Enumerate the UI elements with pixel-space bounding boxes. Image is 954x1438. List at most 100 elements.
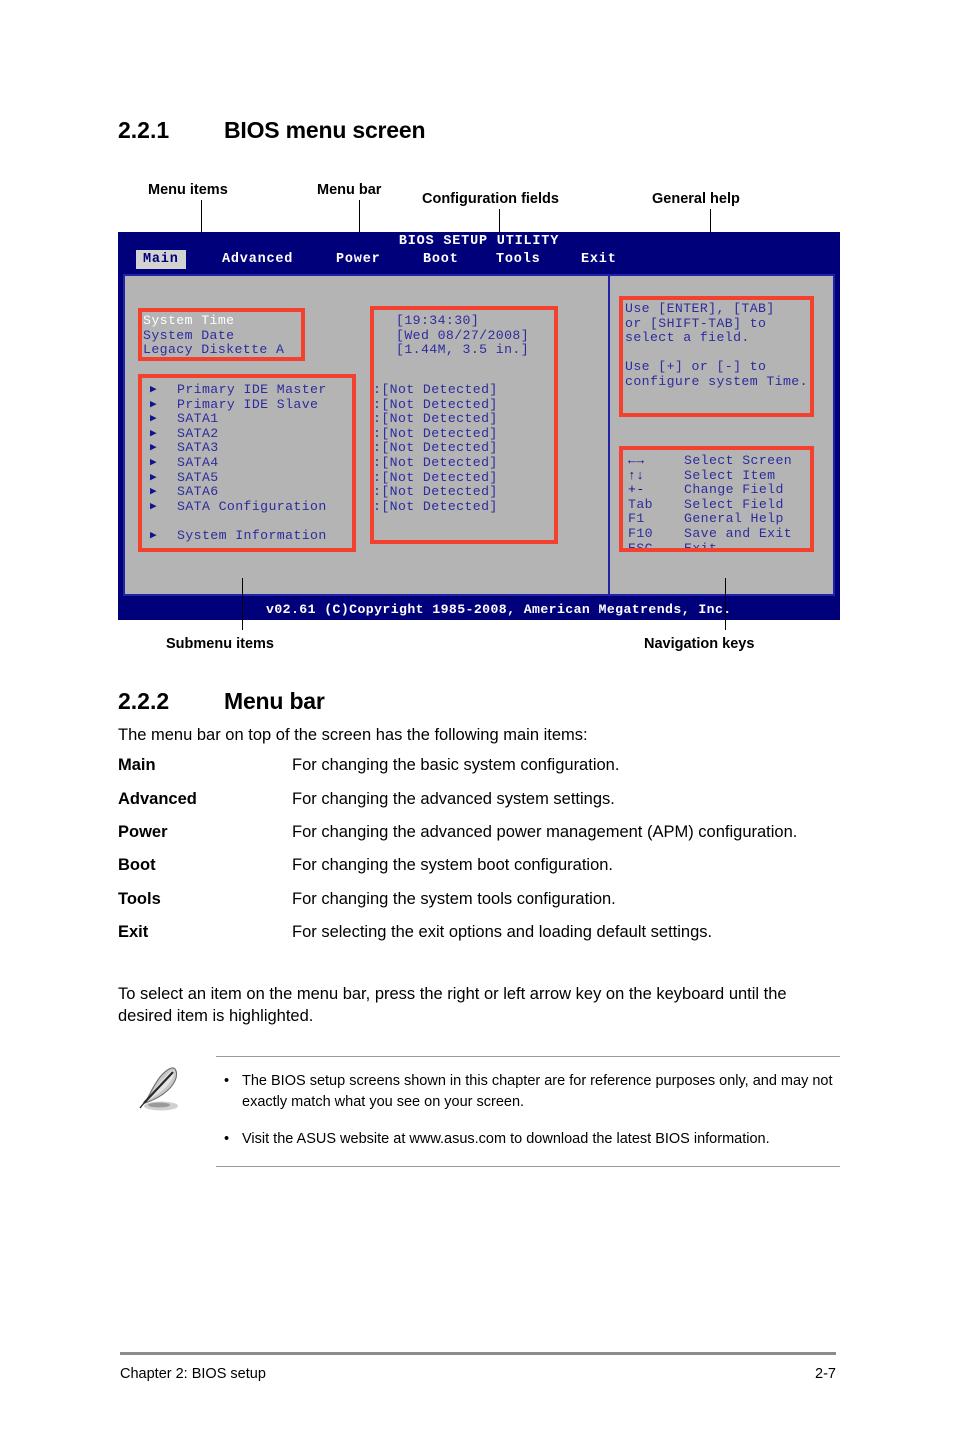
term-advanced: Advanced: [118, 790, 197, 808]
tab-boot[interactable]: Boot: [416, 250, 466, 269]
tab-exit[interactable]: Exit: [574, 250, 624, 269]
term-exit: Exit: [118, 923, 149, 941]
nav-action-exit: Exit: [684, 540, 718, 556]
submenu-value-sata2: :[Not Detected]: [373, 425, 498, 441]
callout-menu-items: Menu items: [148, 182, 228, 198]
menu-item-legacy-diskette-a[interactable]: Legacy Diskette A: [143, 343, 284, 358]
submenu-value-sata5: :[Not Detected]: [373, 469, 498, 485]
submenu-value-sata4: :[Not Detected]: [373, 455, 498, 470]
submenu-item-sata-configuration[interactable]: SATA Configuration: [177, 499, 327, 515]
term-power: Power: [118, 823, 168, 841]
section-222-title: Menu bar: [224, 688, 325, 714]
nav-action-general-help: General Help: [684, 511, 784, 527]
config-value-system-date[interactable]: [Wed 08/27/2008]: [396, 328, 529, 344]
desc-exit: For selecting the exit options and loadi…: [292, 923, 713, 941]
pencil-note-icon: [139, 1067, 178, 1111]
tab-tools[interactable]: Tools: [489, 250, 548, 269]
section-221-title: BIOS menu screen: [224, 117, 426, 143]
bios-menu-bar: Main Advanced Power Boot Tools Exit: [118, 250, 840, 270]
submenu-item-sata4[interactable]: SATA4: [177, 455, 219, 471]
submenu-item-sata3[interactable]: SATA3: [177, 441, 219, 456]
submenu-item-system-information[interactable]: System Information: [177, 528, 327, 544]
tab-main[interactable]: Main: [136, 250, 186, 269]
page-footer-left: Chapter 2: BIOS setup: [120, 1366, 266, 1382]
submenu-item-primary-ide-slave[interactable]: Primary IDE Slave: [177, 397, 318, 413]
submenu-item-sata6[interactable]: SATA6: [177, 485, 219, 500]
tab-advanced[interactable]: Advanced: [215, 250, 300, 269]
nav-action-change-field: Change Field: [684, 482, 784, 498]
bios-copyright-bar: v02.61 (C)Copyright 1985-2008, American …: [118, 600, 840, 620]
help-line-3: select a field.: [625, 330, 750, 346]
bullet-glyph: •: [224, 1073, 230, 1089]
triangle-right-icon: ▶: [150, 413, 157, 426]
help-line-5: Use [+] or [-] to: [625, 359, 767, 375]
callout-navigation-keys: Navigation keys: [644, 636, 755, 652]
nav-key-tab: Tab: [628, 496, 653, 512]
nav-key-plusminus: +-: [628, 482, 645, 498]
help-line-1: Use [ENTER], [TAB]: [625, 301, 775, 316]
menu-bar-outro-line1: To select an item on the menu bar, press…: [118, 985, 787, 1003]
triangle-right-icon: ▶: [150, 384, 157, 396]
note-item: • The BIOS setup screens shown in this c…: [216, 1071, 840, 1113]
menu-item-system-time[interactable]: System Time: [143, 313, 234, 329]
note-bottom-rule: [216, 1166, 840, 1167]
note-box: • The BIOS setup screens shown in this c…: [216, 1056, 840, 1167]
nav-action-select-field: Select Field: [684, 496, 784, 512]
page-footer-rule: [120, 1352, 836, 1355]
triangle-right-icon: ▶: [150, 427, 157, 440]
nav-key-arrows-lr: ←→: [628, 453, 645, 468]
menu-bar-intro: The menu bar on top of the screen has th…: [118, 726, 588, 744]
term-tools: Tools: [118, 890, 161, 908]
tab-power[interactable]: Power: [329, 250, 388, 269]
desc-power: For changing the advanced power manageme…: [292, 823, 798, 841]
submenu-value-primary-ide-slave: :[Not Detected]: [373, 396, 498, 412]
triangle-right-icon: ▶: [150, 500, 157, 513]
submenu-value-sata-configuration: :[Not Detected]: [373, 498, 498, 514]
note-item-text: The BIOS setup screens shown in this cha…: [242, 1073, 833, 1110]
menu-item-system-date[interactable]: System Date: [143, 328, 234, 344]
nav-action-select-screen: Select Screen: [684, 453, 793, 468]
nav-key-arrows-ud: ↑↓: [628, 467, 645, 483]
section-221-number: 2.2.1: [118, 117, 170, 143]
callout-menu-bar: Menu bar: [317, 182, 382, 198]
submenu-value-sata1: :[Not Detected]: [373, 411, 498, 427]
submenu-item-sata2[interactable]: SATA2: [177, 426, 219, 442]
bios-copyright-text: v02.61 (C)Copyright 1985-2008, American …: [266, 602, 732, 617]
desc-main: For changing the basic system configurat…: [292, 756, 620, 774]
triangle-right-icon: ▶: [150, 471, 157, 484]
page-footer-right: 2-7: [815, 1366, 836, 1382]
submenu-value-primary-ide-master: :[Not Detected]: [373, 382, 498, 397]
nav-action-select-item: Select Item: [684, 467, 776, 483]
config-value-system-time[interactable]: [19:34:30]: [396, 313, 479, 329]
leader-line-submenu-items: [242, 578, 243, 630]
desc-advanced: For changing the advanced system setting…: [292, 790, 615, 808]
desc-tools: For changing the system tools configurat…: [292, 890, 616, 908]
config-value-legacy-diskette-a[interactable]: [1.44M, 3.5 in.]: [396, 343, 529, 358]
triangle-right-icon: ▶: [150, 442, 157, 455]
section-222-number: 2.2.2: [118, 688, 170, 714]
nav-key-f10: F10: [628, 526, 653, 541]
note-item: • Visit the ASUS website at www.asus.com…: [216, 1129, 840, 1150]
submenu-item-sata5[interactable]: SATA5: [177, 470, 219, 486]
help-line-6: configure system Time.: [625, 374, 808, 389]
bios-setup-screen: BIOS SETUP UTILITY Main Advanced Power B…: [118, 232, 840, 620]
menu-bar-outro-line2: desired item is highlighted.: [118, 1007, 314, 1025]
triangle-right-icon: ▶: [150, 456, 157, 469]
nav-action-save-and-exit: Save and Exit: [684, 526, 793, 541]
submenu-item-sata1[interactable]: SATA1: [177, 412, 219, 427]
submenu-value-sata6: :[Not Detected]: [373, 484, 498, 500]
callout-configuration-fields: Configuration fields: [422, 191, 559, 207]
callout-submenu-items: Submenu items: [166, 636, 274, 652]
callout-general-help: General help: [652, 191, 740, 207]
triangle-right-icon: ▶: [150, 486, 157, 499]
bios-content-area: System Time System Date Legacy Diskette …: [123, 274, 835, 596]
desc-boot: For changing the system boot configurati…: [292, 856, 614, 874]
help-line-2: or [SHIFT-TAB] to: [625, 315, 767, 331]
bullet-glyph: •: [224, 1131, 230, 1147]
nav-key-esc: ESC: [628, 540, 653, 556]
submenu-item-primary-ide-master[interactable]: Primary IDE Master: [177, 382, 327, 398]
note-item-text: Visit the ASUS website at www.asus.com t…: [242, 1131, 770, 1147]
submenu-value-sata3: :[Not Detected]: [373, 440, 498, 456]
bios-title: BIOS SETUP UTILITY: [398, 234, 560, 249]
